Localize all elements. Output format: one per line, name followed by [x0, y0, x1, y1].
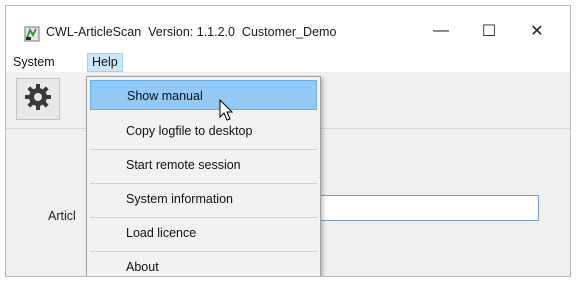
menu-help[interactable]: Help — [87, 53, 123, 72]
menu-system[interactable]: System — [9, 53, 59, 72]
maximize-button[interactable]: ☐ — [466, 16, 512, 46]
menu-item-copy-logfile[interactable]: Copy logfile to desktop — [90, 116, 317, 146]
app-window: CWL-ArticleScan Version: 1.1.2.0 Custome… — [5, 5, 571, 277]
menu-item-system-information[interactable]: System information — [90, 184, 317, 214]
gear-icon — [23, 82, 53, 117]
settings-button[interactable] — [16, 78, 60, 120]
mouse-pointer-icon — [219, 98, 235, 123]
app-icon — [24, 26, 40, 42]
menu-item-start-remote-session[interactable]: Start remote session — [90, 150, 317, 180]
menu-item-show-manual[interactable]: Show manual — [90, 80, 317, 110]
close-button[interactable]: ✕ — [514, 16, 560, 46]
article-label: Articl — [48, 209, 76, 223]
menu-item-about[interactable]: About — [90, 252, 317, 276]
help-dropdown-menu: Show manual Copy logfile to desktop Star… — [86, 76, 321, 276]
window-title: CWL-ArticleScan Version: 1.1.2.0 Custome… — [46, 25, 337, 39]
menu-item-load-licence[interactable]: Load licence — [90, 218, 317, 248]
minimize-button[interactable]: — — [418, 16, 464, 46]
title-bar[interactable]: CWL-ArticleScan Version: 1.1.2.0 Custome… — [6, 6, 570, 50]
menu-bar: System Help — [6, 50, 570, 72]
